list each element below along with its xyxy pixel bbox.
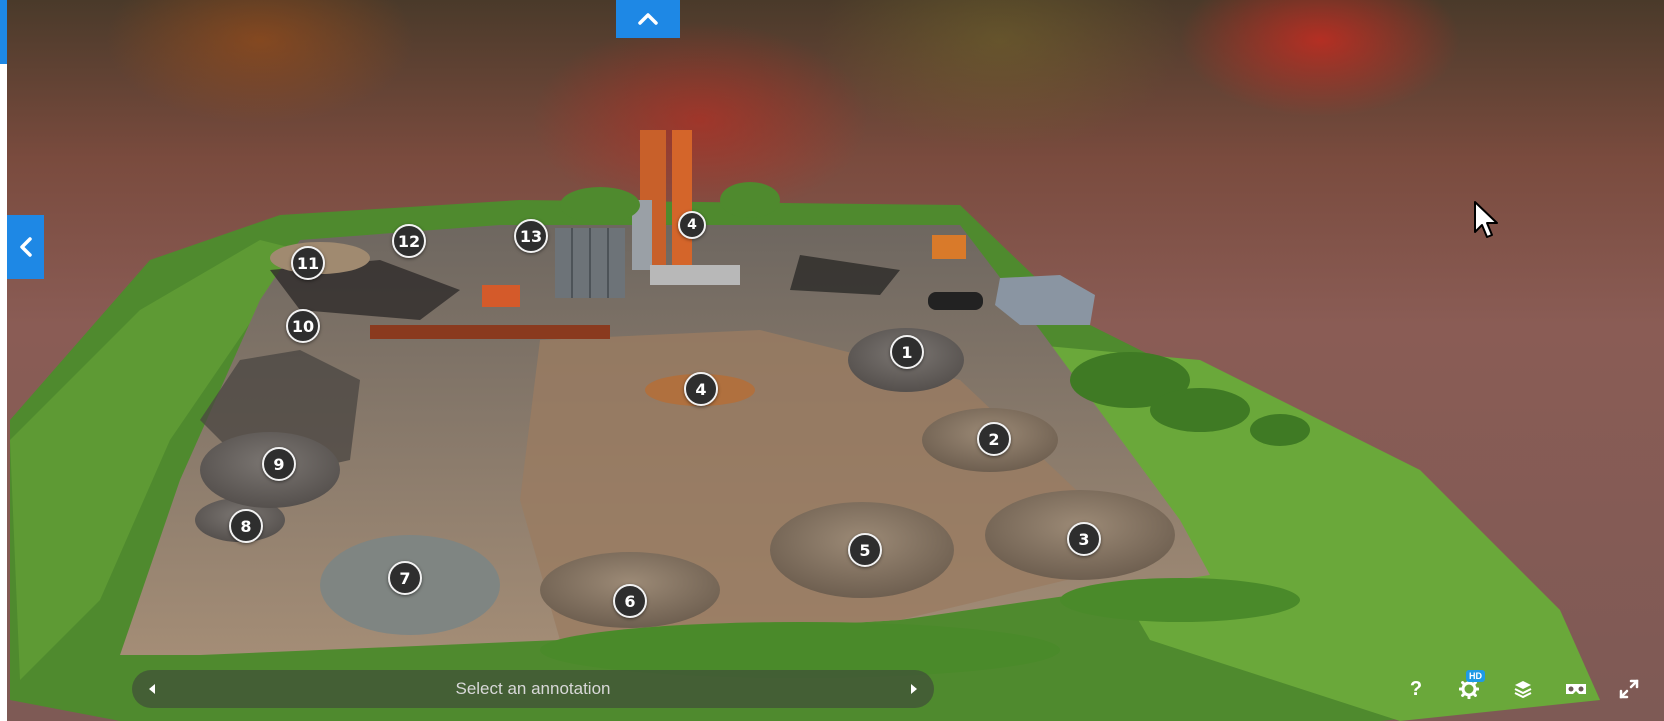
annotation-marker-3[interactable]: 3 [1067,522,1101,556]
layers-button[interactable] [1506,672,1540,706]
orange-tank [932,235,966,259]
chevron-up-icon [638,13,658,25]
caret-right-icon [911,684,917,694]
annotation-marker-13[interactable]: 13 [514,219,548,253]
help-button[interactable]: ? [1399,672,1433,706]
annotation-marker-9[interactable]: 9 [262,447,296,481]
fullscreen-icon [1619,679,1639,699]
conveyor [370,325,610,339]
settings-icon [1459,679,1479,699]
top-panel-toggle-button[interactable] [616,0,680,38]
caret-left-icon [149,684,155,694]
mouse-cursor-icon [1474,201,1498,238]
annotation-marker-8[interactable]: 8 [229,509,263,543]
annotation-marker-1[interactable]: 1 [890,335,924,369]
annotation-marker-10[interactable]: 10 [286,309,320,343]
annotation-marker-6[interactable]: 6 [613,584,647,618]
tank [928,292,983,310]
previous-annotation-button[interactable] [134,670,170,708]
left-sidebar-edge [0,0,7,721]
annotation-marker-5[interactable]: 5 [848,533,882,567]
sidebar-accent [0,0,7,64]
vr-icon [1566,684,1586,694]
fullscreen-button[interactable] [1612,672,1646,706]
settings-button[interactable]: HD [1452,670,1486,706]
layers-icon [1514,681,1532,699]
annotation-marker-11[interactable]: 11 [291,246,325,280]
next-annotation-button[interactable] [896,670,932,708]
chevron-left-icon [19,237,32,257]
tree-line [560,187,640,223]
hd-badge: HD [1466,670,1485,682]
annotation-marker-4[interactable]: 4 [684,372,718,406]
vr-button[interactable] [1559,672,1593,706]
3d-model-viewer[interactable]: 1 2 3 4 5 6 7 8 9 10 11 12 13 4 Select a… [0,0,1664,721]
annotation-marker-2[interactable]: 2 [977,422,1011,456]
side-panel-toggle-button[interactable] [7,215,44,279]
machine [482,285,520,307]
help-icon: ? [1409,677,1423,700]
annotation-placeholder-text: Select an annotation [455,679,611,698]
asphalt-plant-model[interactable] [0,0,1664,721]
annotation-marker-12[interactable]: 12 [392,224,426,258]
annotation-marker-7[interactable]: 7 [388,561,422,595]
annotation-navigator[interactable]: Select an annotation [132,670,934,708]
annotation-marker-14[interactable]: 4 [678,211,706,239]
